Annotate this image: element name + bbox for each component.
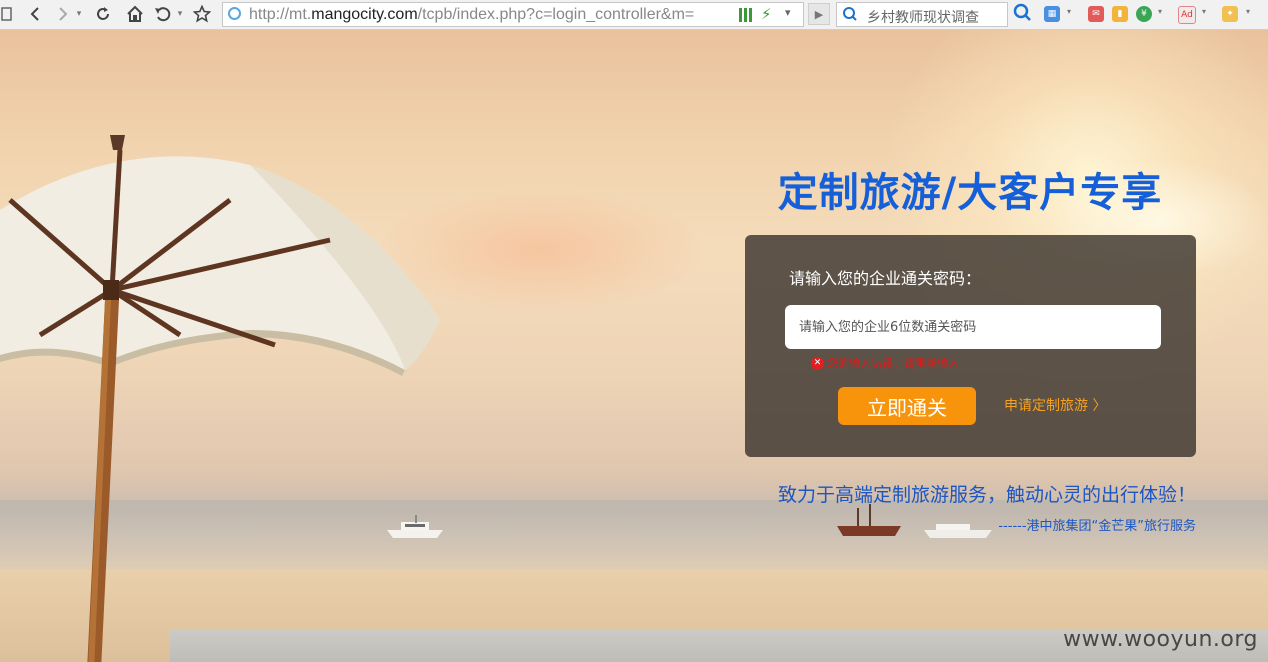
submit-button[interactable]: 立即通关 bbox=[838, 387, 976, 425]
forward-icon[interactable] bbox=[52, 3, 74, 25]
mail-icon[interactable]: ✉ bbox=[1088, 6, 1104, 22]
url-dropdown-icon[interactable]: ▾ bbox=[785, 6, 791, 19]
star-icon[interactable] bbox=[191, 3, 213, 25]
adblock-dropdown-icon[interactable]: ▾ bbox=[1202, 7, 1206, 16]
security-dropdown-icon[interactable]: ▾ bbox=[1158, 7, 1162, 16]
go-icon[interactable]: ▶ bbox=[808, 3, 830, 25]
beach-umbrella-image bbox=[0, 135, 440, 662]
security-icon[interactable]: ¥ bbox=[1136, 6, 1152, 22]
apps-dropdown-icon[interactable]: ▾ bbox=[1067, 7, 1071, 16]
enterprise-code-input[interactable] bbox=[785, 305, 1161, 349]
speed-mode-icon[interactable]: ⚡ bbox=[761, 5, 772, 23]
tools-icon[interactable]: ✦ bbox=[1222, 6, 1238, 22]
address-bar[interactable]: http://mt.mangocity.com/tcpb/index.php?c… bbox=[222, 2, 804, 27]
browser-toolbar: ▾ ▾ http://mt.mangocity.com/tcpb/index.p… bbox=[0, 0, 1268, 30]
company-signature: ------港中旅集团“金芒果”旅行服务 bbox=[998, 519, 1196, 534]
qr-code-icon[interactable] bbox=[739, 8, 753, 22]
login-panel: 请输入您的企业通关密码： ✕ 您的输入错误，请重新输入 立即通关 申请定制旅游 … bbox=[745, 235, 1196, 457]
page-title: 定制旅游/大客户专享 bbox=[777, 170, 1163, 216]
undo-dropdown-icon[interactable]: ▾ bbox=[175, 3, 185, 25]
history-dropdown-icon[interactable]: ▾ bbox=[74, 3, 84, 25]
url-text[interactable]: http://mt.mangocity.com/tcpb/index.php?c… bbox=[249, 6, 694, 24]
home-icon[interactable] bbox=[124, 3, 146, 25]
search-icon[interactable] bbox=[1013, 3, 1031, 28]
stats-icon[interactable]: ▮ bbox=[1112, 6, 1128, 22]
error-icon: ✕ bbox=[811, 356, 824, 370]
watermark: www.wooyun.org bbox=[1063, 627, 1258, 652]
password-prompt-label: 请输入您的企业通关密码： bbox=[789, 269, 982, 288]
apply-custom-tour-link[interactable]: 申请定制旅游 〉 bbox=[1004, 395, 1106, 415]
site-icon bbox=[228, 7, 241, 20]
search-input[interactable]: 乡村教师现状调查 bbox=[867, 7, 979, 27]
undo-icon[interactable] bbox=[152, 3, 174, 25]
tools-dropdown-icon[interactable]: ▾ bbox=[1246, 7, 1250, 16]
reload-icon[interactable] bbox=[92, 3, 114, 25]
login-page: 定制旅游/大客户专享 请输入您的企业通关密码： ✕ 您的输入错误，请重新输入 立… bbox=[0, 30, 1268, 662]
search-box[interactable]: 乡村教师现状调查 bbox=[836, 2, 1008, 27]
error-text: 您的输入错误，请重新输入 bbox=[827, 357, 959, 370]
sidebar-toggle-icon[interactable] bbox=[0, 3, 14, 25]
search-engine-icon[interactable] bbox=[842, 6, 858, 26]
apps-icon[interactable]: ▦ bbox=[1044, 6, 1060, 22]
adblock-icon[interactable]: Ad bbox=[1178, 6, 1196, 24]
slogan: 致力于高端定制旅游服务，触动心灵的出行体验！ bbox=[777, 484, 1196, 506]
back-icon[interactable] bbox=[24, 3, 46, 25]
error-message: ✕ 您的输入错误，请重新输入 bbox=[811, 355, 959, 371]
